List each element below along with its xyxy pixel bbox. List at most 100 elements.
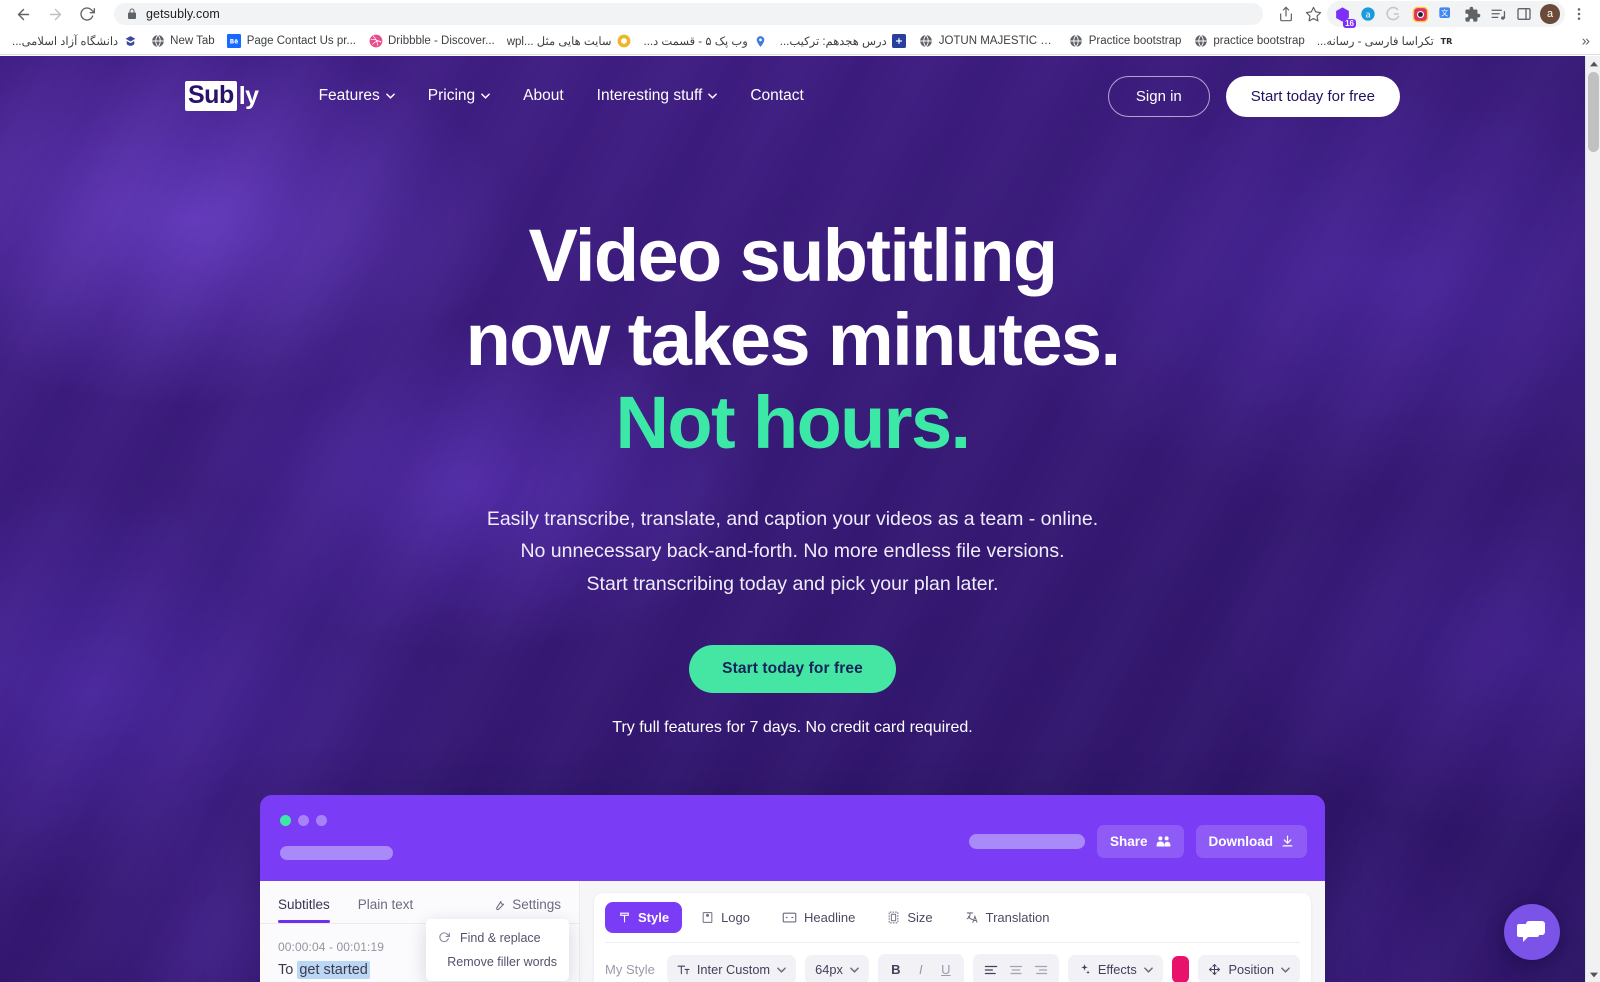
caret-up-icon [1589,61,1598,66]
blue-square-icon [892,34,907,49]
align-right-button[interactable] [1030,960,1052,980]
color-swatch[interactable] [1171,956,1190,982]
effects-select[interactable]: Effects [1067,955,1163,982]
tab-plain-text[interactable]: Plain text [358,897,414,923]
menu-item-find-replace[interactable]: Find & replace [426,926,569,950]
arrow-right-icon [49,8,61,20]
bookmark-item[interactable]: New Tab [144,31,221,52]
tab-size[interactable]: Size [874,902,945,933]
tab-label: Headline [804,909,856,925]
settings-dropdown-menu: Find & replace Remove filler words [426,918,569,981]
chat-widget-button[interactable] [1504,904,1560,960]
sparkle-icon [1081,964,1090,975]
bookmark-label: Page Contact Us pr... [246,35,356,47]
font-family-value: Inter Custom [696,962,771,978]
puzzle-extensions-icon[interactable] [1459,1,1485,27]
mockup-titlebar-actions: Share Download [968,824,1307,858]
sign-in-button[interactable]: Sign in [1107,75,1210,117]
page-scrollbar[interactable] [1585,56,1600,982]
chevron-down-icon [777,966,786,973]
adblock-icon[interactable]: a [1355,1,1381,27]
bold-button[interactable]: B [885,960,907,980]
instagram-icon[interactable] [1407,1,1433,27]
bookmark-label: Dribbble - Discover... [388,35,495,47]
bookmark-item[interactable]: TR تکراسا فارسی - رسانه... [1311,31,1460,52]
globe-icon [1193,34,1208,49]
bookmark-item[interactable]: وب پک ۵ - قسمت د... [638,31,774,52]
forward-button[interactable] [40,1,70,27]
nav-link-about[interactable]: About [523,87,564,105]
chevron-down-icon [1281,966,1290,973]
bookmark-item[interactable]: JOTUN MAJESTIC O... [913,31,1063,52]
underline-button[interactable]: U [935,960,957,980]
page-viewport: Sub ly Features Pricing About Interestin… [0,56,1600,982]
editor-panel: Style Logo Headline Size Translation My … [580,881,1325,982]
address-bar[interactable]: getsubly.com [114,3,1263,25]
browser-toolbar: getsubly.com 16 a 文 a [0,0,1600,28]
site-logo[interactable]: Sub ly [185,81,259,111]
start-free-button-nav[interactable]: Start today for free [1225,75,1400,117]
tab-subtitles[interactable]: Subtitles [278,897,330,923]
profile-avatar[interactable]: a [1537,1,1563,27]
playlist-icon[interactable] [1485,1,1511,27]
reload-button[interactable] [72,1,102,27]
bookmark-star-icon[interactable] [1300,1,1326,27]
chevron-down-icon [1143,966,1153,973]
effects-label: Effects [1097,962,1137,978]
bookmark-item[interactable]: دانشگاه آزاد اسلامی... [6,31,144,52]
bookmark-item[interactable]: Bē Page Contact Us pr... [221,31,362,52]
subcopy-line-1: Easily transcribe, translate, and captio… [486,507,1099,530]
text-align-group [972,953,1059,982]
font-size-select[interactable]: 64px [805,955,869,982]
mockup-pill-placeholder [968,833,1085,849]
align-left-button[interactable] [980,960,1002,980]
back-button[interactable] [8,1,38,27]
wrench-icon [496,900,505,910]
download-icon [1282,835,1293,847]
scrollbar-up-button[interactable] [1586,56,1600,71]
font-family-select[interactable]: Inter Custom [666,955,797,982]
tab-logo[interactable]: Logo [688,902,763,933]
refresh-icon [439,932,450,943]
sidepanel-icon[interactable] [1511,1,1537,27]
share-icon[interactable] [1273,1,1299,27]
tab-headline[interactable]: Headline [769,902,868,933]
scrollbar-thumb[interactable] [1588,72,1599,152]
bookmarks-overflow-button[interactable]: » [1578,33,1594,50]
grammarly-icon[interactable] [1381,1,1407,27]
start-free-button-hero[interactable]: Start today for free [689,644,896,693]
mockup-title-placeholder [280,845,393,860]
font-size-value: 64px [815,962,843,978]
bookmark-label: درس هجدهم: ترکیب... [779,36,887,48]
bookmark-item[interactable]: Practice bootstrap [1063,31,1188,52]
subcopy-line-2: No unnecessary back-and-forth. No more e… [520,540,1065,563]
nav-link-contact[interactable]: Contact [750,87,803,105]
tab-style[interactable]: Style [605,901,683,933]
bookmark-item[interactable]: practice bootstrap [1187,31,1310,52]
location-pin-icon [753,34,768,49]
chrome-menu-icon[interactable] [1566,1,1592,27]
nav-link-features[interactable]: Features [319,87,395,105]
nav-link-interesting-stuff[interactable]: Interesting stuff [597,87,718,105]
tab-translation[interactable]: Translation [952,902,1063,933]
hero-subcopy: Easily transcribe, translate, and captio… [0,503,1585,601]
menu-item-remove-filler-words[interactable]: Remove filler words [426,950,569,974]
share-button[interactable]: Share [1096,824,1184,858]
nav-link-pricing[interactable]: Pricing [428,87,490,105]
align-center-button[interactable] [1005,960,1027,980]
italic-button[interactable]: I [910,960,932,980]
bookmark-item[interactable]: درس هجدهم: ترکیب... [774,31,913,52]
align-center-icon [1009,965,1023,974]
settings-label: Settings [512,896,561,912]
bookmark-item[interactable]: سایت هایی مثل ...wpl [501,31,638,52]
bookmark-item[interactable]: Dribbble - Discover... [362,31,501,52]
extension-purple-icon[interactable]: 16 [1329,1,1356,28]
position-select[interactable]: Position [1198,955,1300,982]
google-translate-icon[interactable]: 文 [1433,1,1459,27]
scrollbar-down-button[interactable] [1586,967,1600,982]
people-icon [1156,835,1170,847]
svg-text:Bē: Bē [230,39,238,45]
download-button[interactable]: Download [1195,824,1307,858]
download-button-label: Download [1208,833,1274,849]
reload-icon [80,7,95,21]
